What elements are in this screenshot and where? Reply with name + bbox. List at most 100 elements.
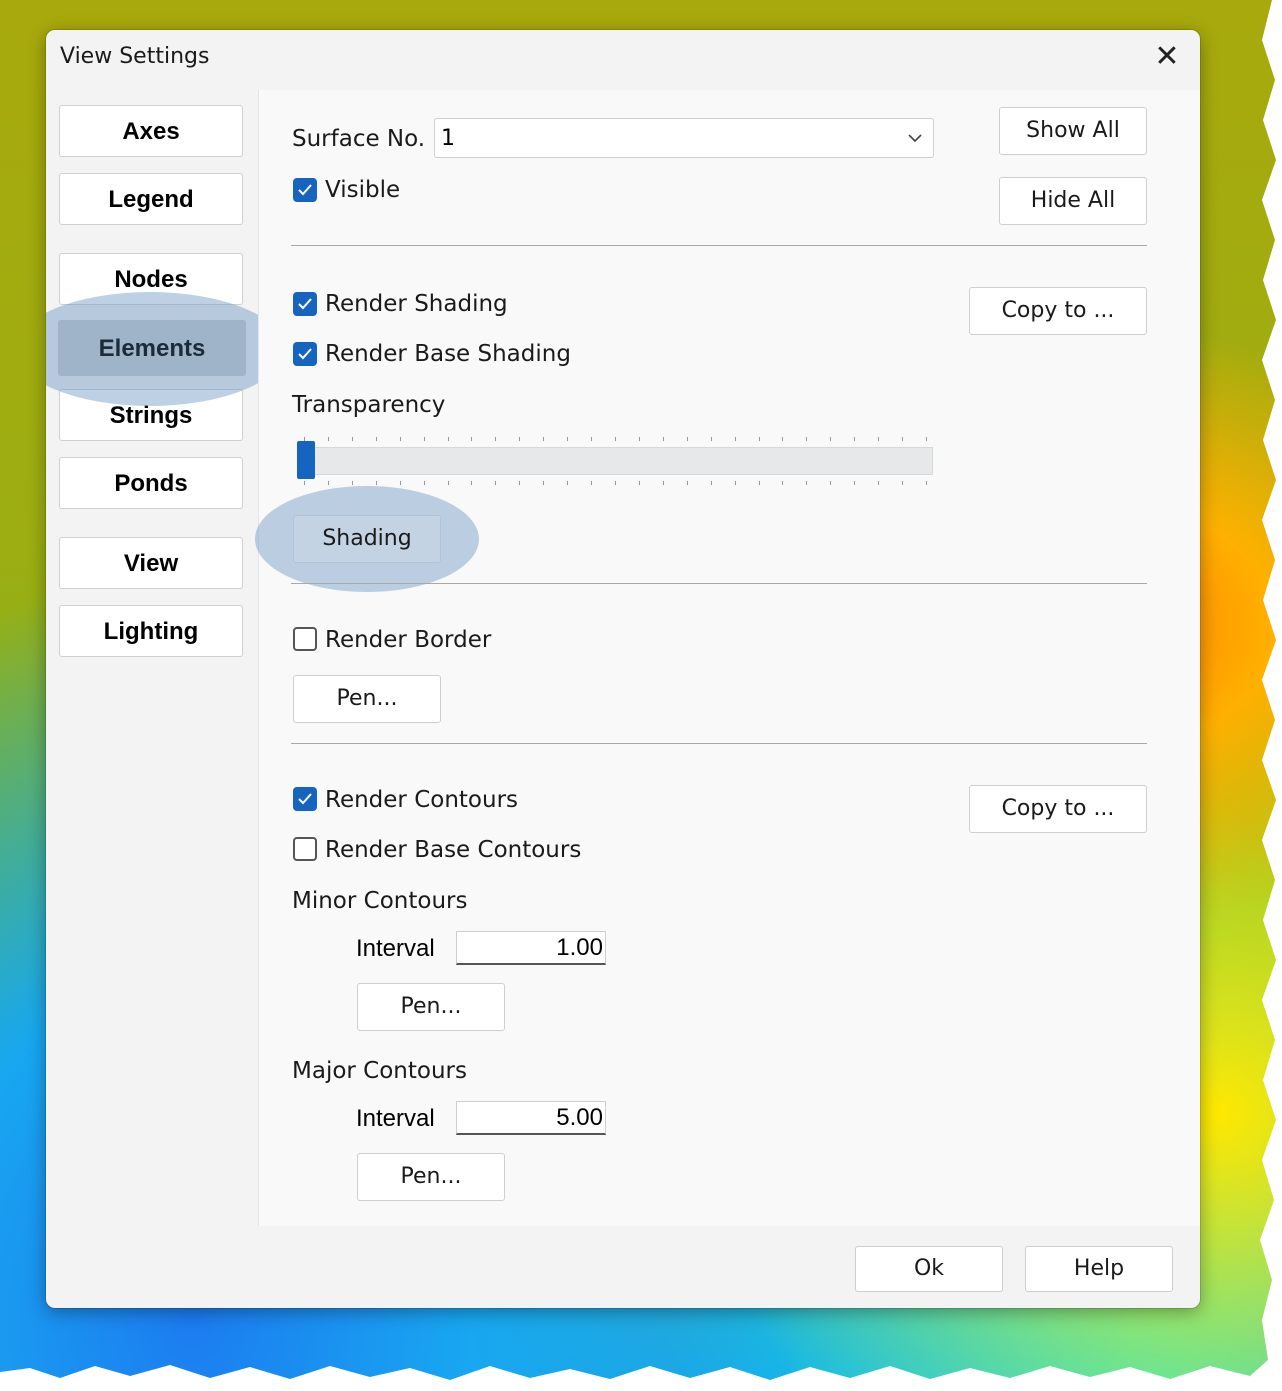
render-base-shading-checkbox[interactable]: [293, 342, 317, 366]
contours-copy-to-button[interactable]: Copy to ...: [969, 785, 1147, 833]
slider-tick: [806, 481, 808, 485]
surface-no-dropdown[interactable]: 1: [434, 118, 934, 158]
minor-pen-button[interactable]: Pen...: [357, 983, 505, 1031]
separator: [291, 245, 1147, 246]
nav-view-button[interactable]: View: [59, 537, 243, 589]
slider-tick: [591, 481, 593, 485]
slider-tick: [638, 481, 640, 485]
major-interval-label: Interval: [356, 1105, 435, 1132]
slider-tick: [830, 481, 832, 485]
slider-tick: [878, 437, 880, 441]
shading-copy-to-button[interactable]: Copy to ...: [969, 287, 1147, 335]
ok-button[interactable]: Ok: [855, 1246, 1003, 1292]
nav-axes-button[interactable]: Axes: [59, 105, 243, 157]
slider-tick: [423, 481, 425, 485]
slider-tick: [591, 437, 593, 441]
checkmark-icon: [298, 298, 312, 310]
slider-tick: [447, 481, 449, 485]
slider-tick: [926, 481, 927, 485]
transparency-label: Transparency: [292, 392, 446, 418]
slider-tick: [782, 481, 784, 485]
slider-tick: [710, 481, 712, 485]
render-contours-checkbox[interactable]: [293, 787, 317, 811]
slider-tick: [327, 481, 329, 485]
transparency-slider-thumb[interactable]: [297, 441, 315, 479]
minor-contours-label: Minor Contours: [292, 888, 468, 914]
slider-tick: [567, 481, 569, 485]
slider-tick: [878, 481, 880, 485]
slider-tick: [734, 437, 736, 441]
slider-tick: [758, 437, 760, 441]
slider-tick: [662, 437, 664, 441]
render-shading-checkbox[interactable]: [293, 292, 317, 316]
nav-lighting-button[interactable]: Lighting: [59, 605, 243, 657]
slider-tick: [519, 481, 521, 485]
dialog-title: View Settings: [60, 44, 210, 69]
slider-tick: [686, 437, 688, 441]
slider-tick: [902, 481, 904, 485]
visible-checkbox[interactable]: [293, 178, 317, 202]
surface-no-value: 1: [441, 126, 455, 151]
slider-tick: [615, 481, 616, 485]
visible-label: Visible: [325, 177, 401, 203]
nav-ponds-button[interactable]: Ponds: [59, 457, 243, 509]
slider-tick: [638, 437, 640, 441]
slider-tick: [830, 437, 832, 441]
minor-interval-input[interactable]: 1.00: [456, 931, 606, 965]
view-settings-dialog: View Settings ✕ Axes Legend Nodes String…: [46, 30, 1200, 1308]
border-pen-button[interactable]: Pen...: [293, 675, 441, 723]
slider-tick: [926, 437, 927, 441]
slider-tick: [351, 481, 353, 485]
surface-no-label: Surface No.: [292, 126, 426, 152]
separator: [291, 583, 1147, 584]
shading-button[interactable]: Shading: [293, 515, 441, 563]
transparency-slider-track[interactable]: [297, 447, 933, 475]
minor-interval-label: Interval: [356, 935, 435, 962]
show-all-button[interactable]: Show All: [999, 107, 1147, 155]
slider-tick: [495, 481, 497, 485]
slider-tick: [304, 481, 305, 485]
chevron-down-icon: [908, 134, 922, 143]
slider-tick: [734, 481, 736, 485]
render-contours-label: Render Contours: [325, 787, 519, 813]
slider-tick: [543, 437, 545, 441]
major-pen-button[interactable]: Pen...: [357, 1153, 505, 1201]
help-button[interactable]: Help: [1025, 1246, 1173, 1292]
nav-elements-button[interactable]: Elements: [58, 320, 246, 376]
slider-tick: [567, 437, 569, 441]
slider-tick: [902, 437, 904, 441]
separator: [291, 743, 1147, 744]
slider-tick: [447, 437, 449, 441]
slider-tick: [854, 481, 856, 485]
slider-tick: [399, 481, 401, 485]
major-interval-input[interactable]: 5.00: [456, 1101, 606, 1135]
slider-tick: [710, 437, 712, 441]
slider-tick: [471, 481, 473, 485]
slider-tick: [327, 437, 329, 441]
render-base-shading-label: Render Base Shading: [325, 341, 571, 367]
render-shading-label: Render Shading: [325, 291, 508, 317]
slider-tick: [543, 481, 545, 485]
slider-tick: [423, 437, 425, 441]
slider-tick: [782, 437, 784, 441]
hide-all-button[interactable]: Hide All: [999, 177, 1147, 225]
render-base-contours-checkbox[interactable]: [293, 837, 317, 861]
checkmark-icon: [298, 348, 312, 360]
slider-tick: [471, 437, 473, 441]
slider-tick: [375, 481, 377, 485]
checkmark-icon: [298, 793, 312, 805]
render-border-checkbox[interactable]: [293, 627, 317, 651]
slider-tick: [399, 437, 401, 441]
checkmark-icon: [298, 184, 312, 196]
slider-tick: [304, 437, 305, 441]
nav-legend-button[interactable]: Legend: [59, 173, 243, 225]
slider-tick: [806, 437, 808, 441]
slider-tick: [495, 437, 497, 441]
slider-tick: [686, 481, 688, 485]
close-icon[interactable]: ✕: [1152, 42, 1182, 72]
slider-tick: [519, 437, 521, 441]
slider-tick: [375, 437, 377, 441]
slider-tick: [758, 481, 760, 485]
slider-tick: [854, 437, 856, 441]
render-base-contours-label: Render Base Contours: [325, 837, 582, 863]
